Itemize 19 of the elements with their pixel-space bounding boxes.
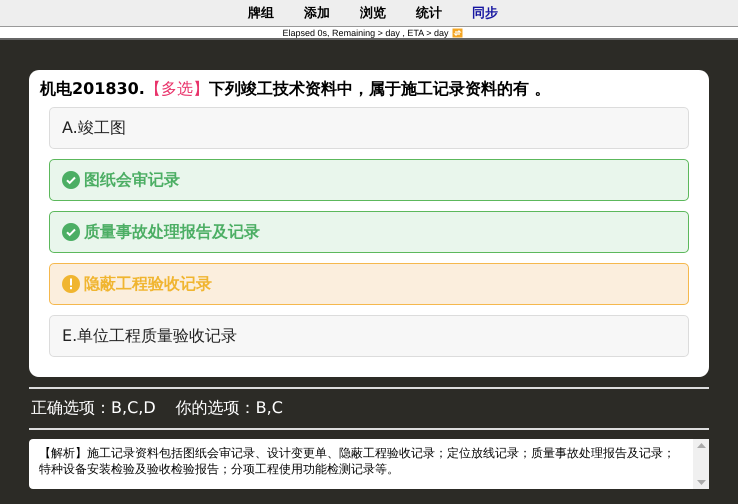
correct-answer: 正确选项：B,C,D [31,398,156,419]
nav-link[interactable]: 牌组 [248,4,274,22]
question-text: 机电201830.【多选】下列竣工技术资料中，属于施工记录资料的有 。 [40,78,552,100]
warning-icon [62,275,80,293]
answer-option[interactable]: A.竣工图 [49,107,689,149]
nav-link[interactable]: 同步 [472,4,498,22]
sync-icon[interactable] [452,28,464,38]
scroll-up-icon[interactable] [696,443,706,448]
check-icon [62,171,80,189]
nav-link[interactable]: 添加 [304,4,330,22]
scroll-down-icon[interactable] [696,480,706,485]
analysis-text: 【解析】施工记录资料包括图纸会审记录、设计变更单、隐蔽工程验收记录；定位放线记录；质量事故处理报告及记录；特种设备安装检验及验收检验报告；分项工程使用功能检测记录等。 [38,445,676,478]
nav-link[interactable]: 统计 [416,4,442,22]
check-icon [62,223,80,241]
answer-option[interactable]: E.单位工程质量验收记录 [49,315,689,357]
nav-link[interactable]: 浏览 [360,4,386,22]
your-answer: 你的选项：B,C [176,398,283,419]
scrollbar[interactable] [693,439,709,489]
status-text: Elapsed 0s, Remaining > day , ETA > day [282,28,448,38]
